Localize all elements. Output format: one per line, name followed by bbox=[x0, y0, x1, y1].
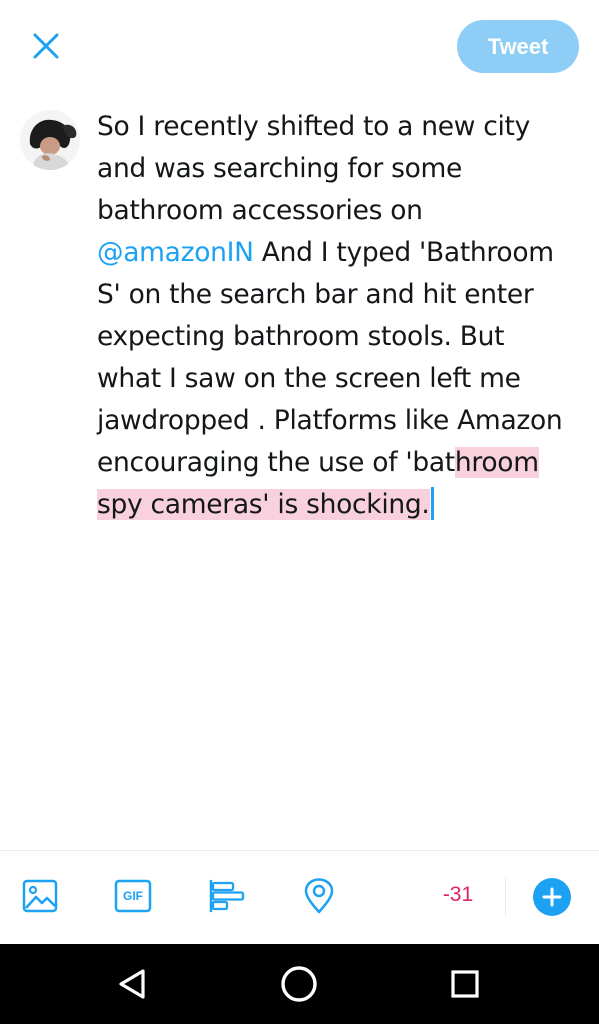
location-icon bbox=[304, 878, 334, 914]
tweet-compose-text[interactable]: So I recently shifted to a new city and … bbox=[97, 106, 582, 526]
text-line: @amazonIN And I typed 'Bathroom bbox=[97, 232, 582, 274]
avatar bbox=[20, 110, 80, 170]
text-line: and was searching for some bbox=[97, 153, 463, 184]
text-line: bathroom accessories on bbox=[97, 195, 423, 226]
tweet-button[interactable]: Tweet bbox=[457, 20, 579, 73]
close-icon bbox=[33, 33, 59, 59]
system-navigation-bar bbox=[0, 944, 599, 1024]
text-line: S' on the search bar and hit enter bbox=[97, 279, 534, 310]
text-segment: encouraging the use of 'bat bbox=[97, 447, 455, 478]
back-icon bbox=[119, 969, 145, 999]
home-icon bbox=[281, 966, 317, 1002]
add-location-button[interactable] bbox=[297, 874, 341, 918]
text-line: expecting bathroom stools. But bbox=[97, 321, 505, 352]
character-counter: -31 bbox=[442, 883, 474, 906]
profile-photo-icon bbox=[20, 110, 80, 170]
text-line: jawdropped . Platforms like Amazon bbox=[97, 405, 563, 436]
text-line: encouraging the use of 'bathroom bbox=[97, 442, 582, 484]
close-button[interactable] bbox=[28, 28, 64, 64]
gif-label: GIF bbox=[123, 889, 143, 903]
compose-toolbar: GIF -31 bbox=[0, 851, 599, 944]
mention-link[interactable]: @amazonIN bbox=[97, 237, 254, 268]
text-cursor bbox=[430, 487, 434, 520]
recents-icon bbox=[451, 970, 479, 998]
over-limit-text: spy cameras' is shocking. bbox=[97, 489, 430, 520]
home-button[interactable] bbox=[277, 962, 321, 1006]
poll-icon bbox=[209, 879, 245, 913]
text-line: spy cameras' is shocking. bbox=[97, 484, 582, 526]
recents-button[interactable] bbox=[443, 962, 487, 1006]
add-image-button[interactable] bbox=[18, 874, 62, 918]
over-limit-text: hroom bbox=[454, 447, 539, 478]
add-icon bbox=[542, 887, 562, 907]
toolbar-vertical-divider bbox=[505, 877, 506, 917]
text-line: what I saw on the screen left me bbox=[97, 363, 521, 394]
text-segment: And I typed 'Bathroom bbox=[253, 237, 554, 268]
compose-header: Tweet bbox=[0, 0, 599, 95]
back-button[interactable] bbox=[111, 962, 155, 1006]
add-gif-button[interactable]: GIF bbox=[111, 874, 155, 918]
add-thread-button[interactable] bbox=[533, 878, 571, 916]
add-poll-button[interactable] bbox=[204, 874, 248, 918]
image-icon bbox=[22, 879, 58, 913]
text-line: So I recently shifted to a new city bbox=[97, 111, 531, 142]
